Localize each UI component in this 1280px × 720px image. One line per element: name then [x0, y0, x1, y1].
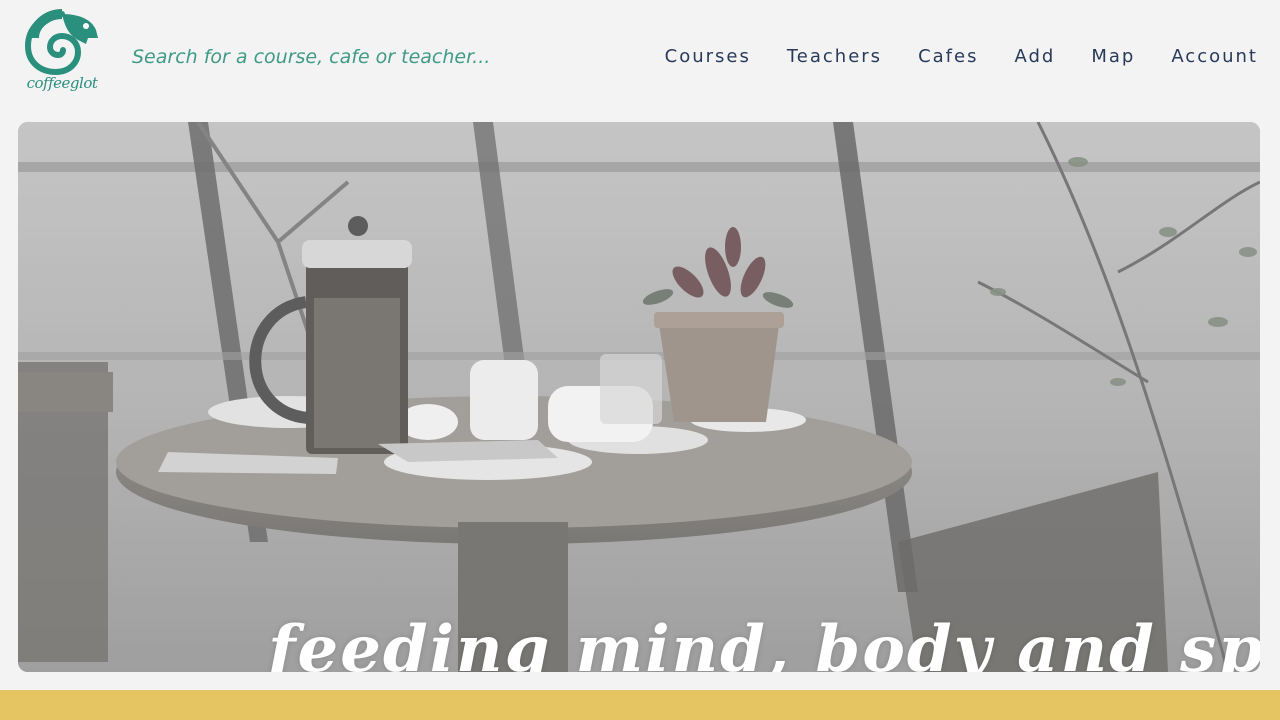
nav-map[interactable]: Map	[1091, 44, 1135, 70]
main-nav: Courses Teachers Cafes Add Map Account	[629, 44, 1258, 70]
nav-cafes[interactable]: Cafes	[918, 44, 978, 70]
footer-color-band	[0, 690, 1280, 720]
nav-account[interactable]: Account	[1171, 44, 1258, 70]
nav-add[interactable]: Add	[1014, 44, 1055, 70]
nav-teachers[interactable]: Teachers	[787, 44, 882, 70]
hero-banner: feeding mind, body and spirit	[18, 122, 1260, 672]
brand-wordmark: coffeeglot	[26, 74, 98, 92]
chameleon-logo-icon	[24, 9, 98, 76]
coffeeglot-logo[interactable]: coffeeglot	[22, 8, 102, 104]
cafe-table-photo	[18, 122, 1260, 672]
nav-courses[interactable]: Courses	[665, 44, 751, 70]
site-header: coffeeglot Courses Teachers Cafes Add Ma…	[0, 0, 1280, 118]
hero-tagline: feeding mind, body and spirit	[268, 612, 1260, 672]
search-input[interactable]	[130, 40, 554, 74]
